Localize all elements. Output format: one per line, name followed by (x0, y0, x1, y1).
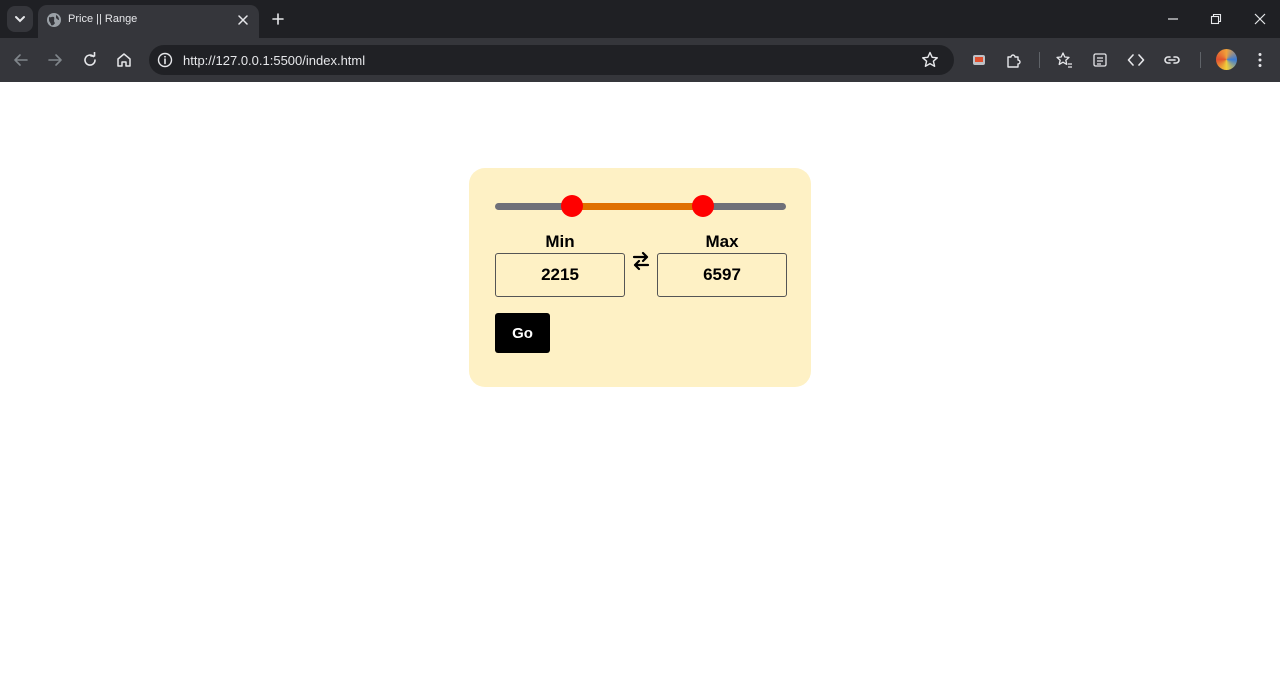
tab-title: Price || Range (68, 13, 138, 25)
close-icon (1254, 13, 1266, 25)
min-label: Min (545, 232, 575, 251)
code-icon (1127, 54, 1145, 66)
min-slider-thumb[interactable] (561, 195, 584, 217)
toolbar-separator (1039, 52, 1040, 68)
max-slider-thumb[interactable] (692, 195, 715, 217)
minimize-button[interactable] (1161, 8, 1185, 30)
forward-button[interactable] (44, 49, 66, 71)
address-bar[interactable]: http://127.0.0.1:5500/index.html (149, 45, 954, 75)
favorites-button[interactable] (1054, 50, 1074, 70)
go-button[interactable]: Go (495, 313, 550, 353)
arrow-left-icon (14, 54, 28, 66)
restore-button[interactable] (1204, 8, 1228, 30)
chevron-down-icon (15, 16, 25, 23)
home-button[interactable] (113, 49, 135, 71)
arrow-right-icon (48, 54, 62, 66)
extensions-button[interactable] (1004, 50, 1024, 70)
minimize-icon (1168, 18, 1178, 20)
tab-search-button[interactable] (7, 6, 33, 32)
tab-close-button[interactable] (234, 11, 252, 29)
media-icon (973, 55, 985, 65)
close-icon (238, 15, 248, 25)
devtools-button[interactable] (1126, 50, 1146, 70)
max-label: Max (705, 232, 739, 251)
browser-toolbar: http://127.0.0.1:5500/index.html (0, 38, 1280, 82)
max-price-input[interactable] (657, 253, 787, 297)
reload-icon (84, 52, 96, 66)
price-range-card: Min Max Go (469, 168, 811, 387)
kebab-menu-icon (1258, 53, 1262, 67)
reading-list-button[interactable] (1090, 50, 1110, 70)
plus-icon (272, 13, 284, 25)
back-button[interactable] (10, 49, 32, 71)
browser-tab-bar: Price || Range (0, 0, 1280, 38)
profile-avatar[interactable] (1216, 49, 1237, 70)
min-price-input[interactable] (495, 253, 625, 297)
puzzle-icon (1007, 54, 1021, 68)
menu-button[interactable] (1250, 50, 1270, 70)
reload-button[interactable] (79, 49, 101, 71)
reading-list-icon (1093, 53, 1107, 67)
restore-icon (1210, 13, 1222, 25)
info-icon[interactable] (157, 52, 173, 68)
url-text[interactable]: http://127.0.0.1:5500/index.html (183, 53, 365, 68)
home-icon (117, 53, 131, 67)
range-slider-fill (572, 203, 704, 210)
link-icon (1164, 56, 1180, 64)
range-slider-track[interactable] (495, 203, 786, 210)
copy-link-button[interactable] (1162, 50, 1182, 70)
cast-extension-button[interactable] (969, 50, 989, 70)
star-list-icon (1056, 52, 1072, 68)
bookmark-star-icon[interactable] (921, 51, 939, 69)
new-tab-button[interactable] (268, 9, 288, 29)
close-window-button[interactable] (1248, 8, 1272, 30)
swap-arrows-icon (632, 251, 650, 271)
globe-icon (47, 13, 61, 27)
tab-active[interactable]: Price || Range (38, 5, 259, 38)
toolbar-separator (1200, 52, 1201, 68)
